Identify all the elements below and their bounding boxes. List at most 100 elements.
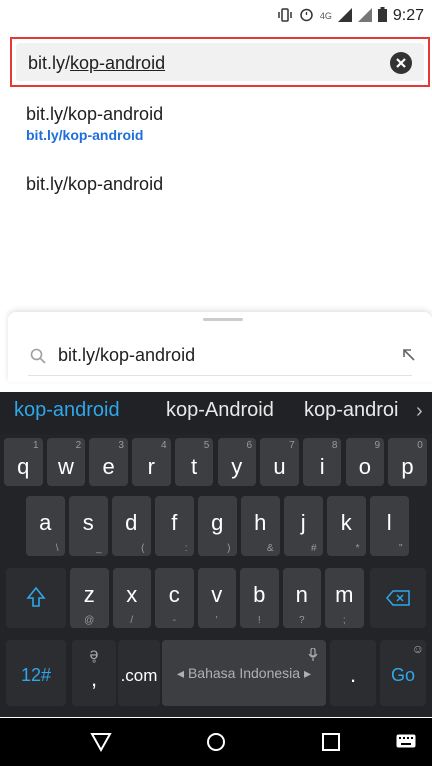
key-c[interactable]: -c bbox=[155, 568, 194, 628]
key-secondary: 5 bbox=[203, 440, 210, 451]
language-label: ◂ Bahasa Indonesia ▸ bbox=[177, 665, 311, 681]
key-label: t bbox=[190, 454, 198, 479]
key-b[interactable]: ! b bbox=[240, 568, 279, 628]
arrow-up-left-icon[interactable] bbox=[402, 348, 416, 367]
suggestion-item[interactable]: bit.ly/kop-android bbox=[26, 174, 163, 195]
key-label: b bbox=[253, 582, 266, 607]
space-key[interactable]: ◂ Bahasa Indonesia ▸ bbox=[162, 640, 326, 706]
key-q[interactable]: 1q bbox=[4, 438, 43, 486]
keyboard-icon[interactable] bbox=[396, 734, 416, 753]
key-k[interactable]: * k bbox=[327, 496, 366, 556]
key-secondary: @ bbox=[84, 615, 95, 626]
key-secondary: ' bbox=[215, 615, 218, 626]
key-h[interactable]: & h bbox=[241, 496, 280, 556]
key-label: a bbox=[39, 510, 52, 535]
key-i[interactable]: 8i bbox=[302, 438, 342, 486]
suggestion-url: bit.ly/kop-android bbox=[26, 127, 144, 143]
key-label: z bbox=[83, 582, 95, 607]
search-query[interactable]: bit.ly/kop-android bbox=[58, 345, 195, 366]
key-secondary: ? bbox=[298, 615, 305, 626]
go-key[interactable]: ☺ Go bbox=[380, 640, 426, 706]
key-secondary: ( bbox=[141, 543, 145, 554]
key-n[interactable]: ? n bbox=[282, 568, 321, 628]
url-bar[interactable]: bit.ly/kop-android bbox=[10, 37, 430, 87]
key-x[interactable]: / x bbox=[112, 568, 151, 628]
key-secondary: 1 bbox=[32, 440, 39, 451]
keyboard-suggestion[interactable]: kop-android bbox=[14, 399, 120, 422]
key-v[interactable]: ' v bbox=[197, 568, 236, 628]
alarm-icon bbox=[299, 7, 314, 25]
key-secondary: : bbox=[184, 543, 188, 554]
key-p[interactable]: 0p bbox=[388, 438, 427, 486]
key-row-4: 12# ə̥ , .com ◂ Bahasa Indonesia ▸ . ☺ G… bbox=[0, 640, 432, 706]
key-secondary: / bbox=[130, 615, 134, 626]
key-secondary: ! bbox=[257, 615, 261, 626]
back-icon[interactable] bbox=[90, 732, 112, 757]
keyboard-suggestion[interactable]: kop-androi bbox=[304, 399, 399, 422]
network-4g-icon: 4G bbox=[319, 11, 332, 21]
key-a[interactable]: \ a bbox=[26, 496, 65, 556]
key-o[interactable]: 9o bbox=[345, 438, 385, 486]
url-field[interactable]: bit.ly/kop-android bbox=[16, 43, 424, 81]
key-secondary: " bbox=[398, 543, 403, 554]
key-w[interactable]: 2w bbox=[46, 438, 86, 486]
key-label: e bbox=[102, 454, 115, 479]
key-e[interactable]: 3e bbox=[89, 438, 128, 486]
signal-icon bbox=[337, 7, 352, 25]
search-sheet[interactable]: bit.ly/kop-android bbox=[8, 312, 432, 382]
key-row-2: \ a _ s(d: f) g & h # j * k " l bbox=[0, 496, 432, 556]
key-g[interactable]: ) g bbox=[198, 496, 237, 556]
chevron-left-icon: ◂ bbox=[177, 665, 185, 681]
key-secondary: 7 bbox=[289, 440, 295, 451]
key-label: u bbox=[273, 454, 286, 479]
numbers-key[interactable]: 12# bbox=[6, 640, 66, 706]
url-text-underlined: kop-android bbox=[70, 53, 166, 73]
key-secondary: * bbox=[355, 543, 360, 554]
clear-icon[interactable] bbox=[390, 52, 412, 74]
key-t[interactable]: 5t bbox=[174, 438, 214, 486]
key-label: s bbox=[82, 510, 94, 535]
key-secondary: & bbox=[266, 543, 274, 554]
key-label: g bbox=[211, 510, 224, 535]
key-label: c bbox=[168, 582, 180, 607]
key-y[interactable]: 6y bbox=[217, 438, 256, 486]
chevron-right-icon: ▸ bbox=[303, 665, 311, 681]
key-secondary: # bbox=[310, 543, 317, 554]
key-secondary: 6 bbox=[246, 440, 252, 451]
key-r[interactable]: 4r bbox=[132, 438, 171, 486]
drag-handle[interactable] bbox=[203, 318, 243, 321]
key-f[interactable]: :f bbox=[155, 496, 194, 556]
keyboard-suggestion[interactable]: kop-Android bbox=[166, 399, 274, 422]
divider bbox=[28, 375, 412, 376]
suggestion-item[interactable]: bit.ly/kop-android bit.ly/kop-android bbox=[26, 104, 163, 143]
dotcom-key[interactable]: .com bbox=[118, 640, 160, 706]
key-d[interactable]: (d bbox=[112, 496, 151, 556]
emoji-icon: ☺ bbox=[411, 642, 424, 656]
key-secondary: 3 bbox=[118, 440, 124, 451]
key-label: d bbox=[125, 510, 138, 535]
shift-key[interactable] bbox=[6, 568, 66, 628]
key-j[interactable]: # j bbox=[284, 496, 323, 556]
home-icon[interactable] bbox=[206, 732, 226, 757]
key-label: m bbox=[335, 582, 354, 607]
period-key[interactable]: . bbox=[330, 640, 376, 706]
key-label: i bbox=[319, 454, 325, 479]
keyboard-suggestion-row: kop-android kop-Android kop-androi › bbox=[0, 392, 432, 434]
backspace-key[interactable] bbox=[370, 568, 426, 628]
comma-key[interactable]: ə̥ , bbox=[72, 640, 116, 706]
key-row-3: @ z / x - c ' v! b? n; m bbox=[0, 568, 432, 628]
url-input-text[interactable]: bit.ly/kop-android bbox=[28, 53, 165, 74]
key-secondary: - bbox=[172, 615, 176, 626]
key-s[interactable]: _ s bbox=[69, 496, 108, 556]
recents-icon[interactable] bbox=[322, 733, 340, 756]
key-u[interactable]: 7u bbox=[260, 438, 299, 486]
chevron-right-icon[interactable]: › bbox=[416, 400, 423, 423]
key-label: j bbox=[300, 510, 306, 535]
key-label: f bbox=[171, 510, 178, 535]
key-m[interactable]: ; m bbox=[325, 568, 364, 628]
key-l[interactable]: " l bbox=[370, 496, 409, 556]
key-z[interactable]: @ z bbox=[70, 568, 109, 628]
suggestion-title: bit.ly/kop-android bbox=[26, 104, 164, 124]
key-secondary: 4 bbox=[161, 440, 167, 451]
backspace-icon bbox=[386, 590, 410, 611]
